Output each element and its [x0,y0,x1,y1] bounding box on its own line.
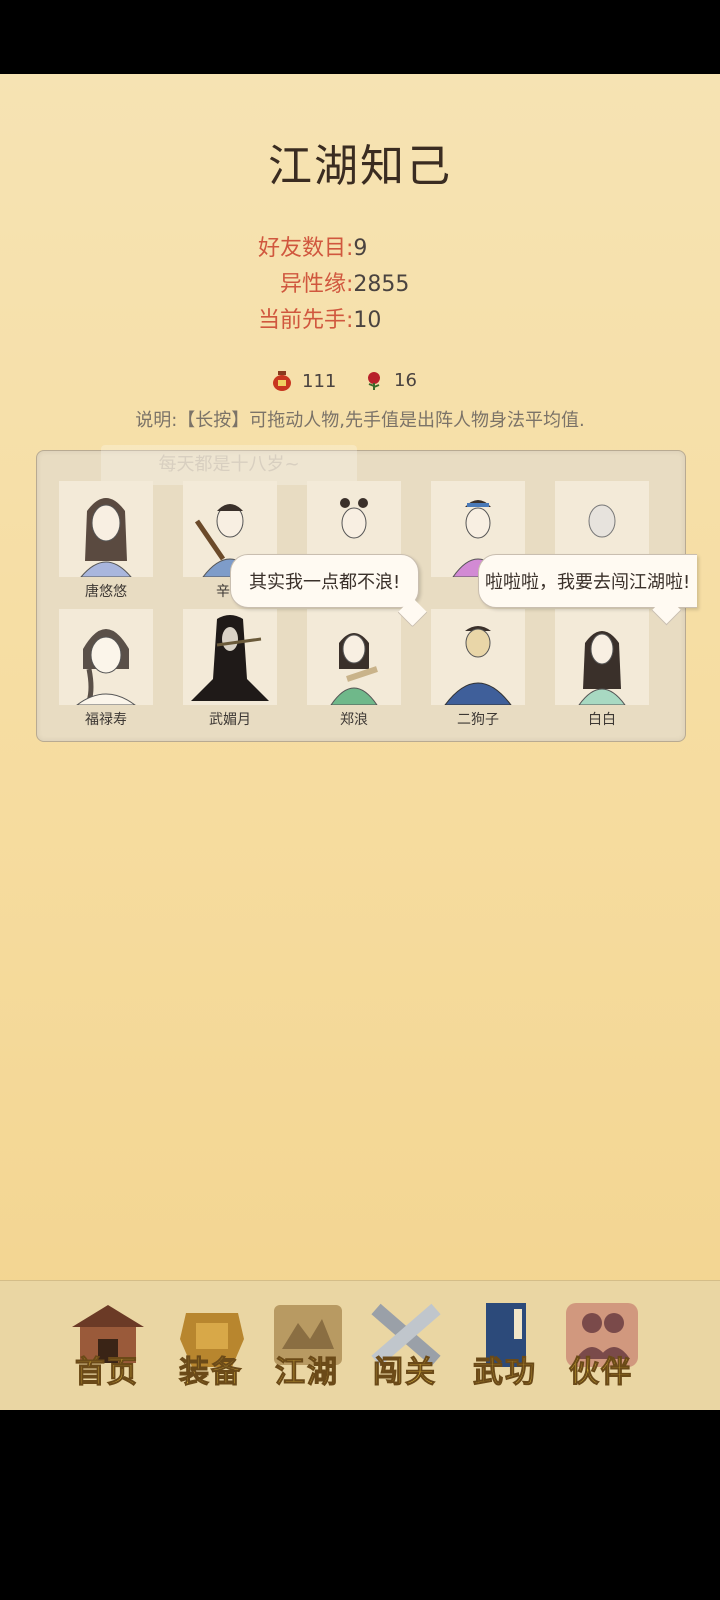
character-card[interactable]: 二狗子 [431,609,525,728]
stat-value: 9 [353,236,368,261]
speech-bubble-text: 其实我一点都不浪! [249,572,401,593]
character-card[interactable]: 武媚月 [183,609,277,728]
tab-challenge[interactable]: 闯关 [360,1299,450,1399]
speech-bubble-text: 啦啦啦，我要去闯江湖啦! [485,572,691,593]
wine-jar-icon [273,371,291,391]
bottom-tab-bar: 首页 装备 江湖 闯关 武功 伙伴 [0,1280,720,1410]
tab-label: 伙伴 [569,1355,633,1391]
app-screen: 江湖知己 好友数目:9 异性缘:2855 当前先手:10 111 16 说明:【… [0,74,720,1410]
character-card[interactable]: 唐悠悠 [59,481,153,600]
resource-bar: 111 16 [0,370,720,398]
character-name: 武媚月 [209,712,251,728]
stat-initiative: 当前先手:10 [258,302,381,334]
rose-count: 16 [394,370,417,391]
instruction-text: 说明:【长按】可拖动人物,先手值是出阵人物身法平均值. [135,410,585,431]
stat-charm: 异性缘:2855 [280,266,409,298]
character-card[interactable]: 福禄寿 [59,609,153,728]
character-name: 二狗子 [457,712,499,728]
rose-icon [368,371,380,390]
jar-count: 111 [302,370,337,392]
character-name: 福禄寿 [85,712,127,728]
character-portrait [555,609,649,705]
stat-value: 10 [353,308,382,333]
character-portrait [59,609,153,705]
tab-companions[interactable]: 伙伴 [556,1299,646,1399]
character-name: 白白 [588,712,616,728]
character-card[interactable]: 郑浪 [307,609,401,728]
character-name: 唐悠悠 [85,584,127,600]
rose-resource: 16 [364,370,417,391]
stat-label: 当前先手: [258,308,354,333]
tab-equipment[interactable]: 装备 [166,1299,256,1399]
stat-label: 异性缘: [280,272,354,297]
character-portrait [183,609,277,705]
character-portrait [307,609,401,705]
character-portrait [431,609,525,705]
stat-label: 好友数目: [258,236,354,261]
tab-label: 装备 [179,1355,243,1391]
stat-value: 2855 [353,272,410,297]
tab-label: 江湖 [275,1355,339,1391]
tab-label: 首页 [75,1355,139,1391]
speech-bubble: 其实我一点都不浪! [230,554,420,608]
tab-home[interactable]: 首页 [62,1299,152,1399]
character-portrait [59,481,153,577]
jar-resource: 111 [272,370,336,392]
character-card[interactable]: 白白 [555,609,649,728]
tab-label: 闯关 [373,1355,437,1391]
stat-friend-count: 好友数目:9 [258,230,367,262]
page-title: 江湖知己 [268,141,452,192]
tab-martial-arts[interactable]: 武功 [460,1299,550,1399]
tab-jianghu[interactable]: 江湖 [262,1299,352,1399]
character-name: 郑浪 [340,712,368,728]
drag-ghost-text: 每天都是十八岁~ [101,445,357,485]
tab-label: 武功 [473,1355,537,1391]
